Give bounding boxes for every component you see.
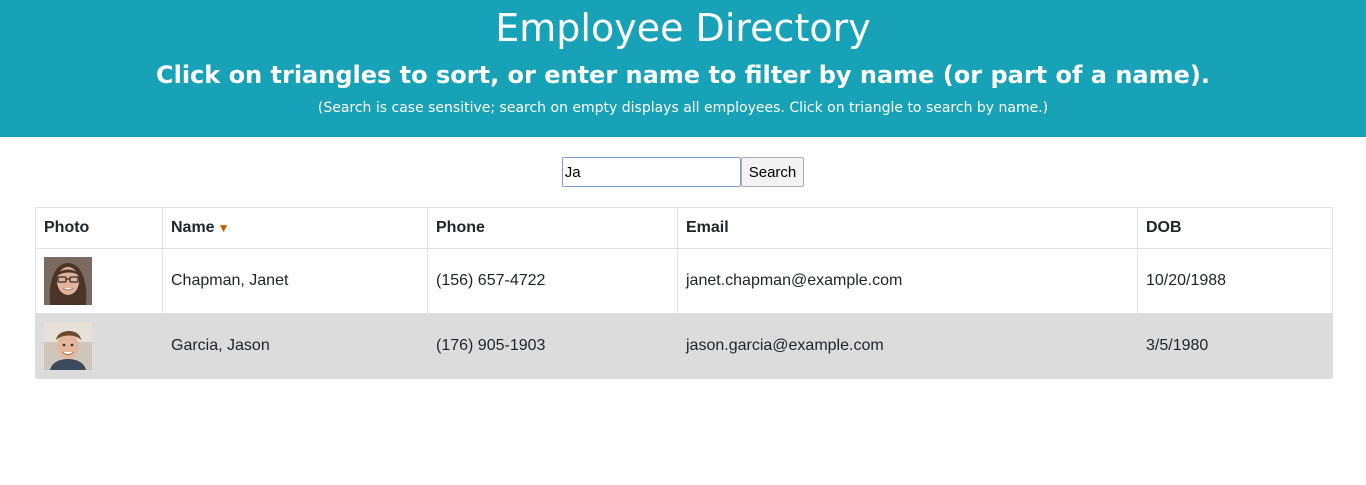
employee-phone: (176) 905-1903 bbox=[427, 313, 678, 379]
employee-dob: 10/20/1988 bbox=[1137, 248, 1333, 314]
search-bar: Search bbox=[0, 137, 1366, 207]
employee-name: Chapman, Janet bbox=[162, 248, 428, 314]
employee-photo bbox=[44, 322, 92, 370]
table-row: Chapman, Janet (156) 657-4722 janet.chap… bbox=[35, 248, 1333, 314]
photo-cell bbox=[35, 248, 163, 314]
triangle-down-icon[interactable]: ▼ bbox=[218, 221, 230, 235]
employee-email: janet.chapman@example.com bbox=[677, 248, 1138, 314]
employee-photo bbox=[44, 257, 92, 305]
column-header-name-label: Name bbox=[171, 219, 215, 236]
table-row: Garcia, Jason (176) 905-1903 jason.garci… bbox=[35, 313, 1333, 379]
column-header-phone: Phone bbox=[427, 207, 678, 249]
search-button[interactable]: Search bbox=[740, 157, 805, 187]
column-header-name[interactable]: Name ▼ bbox=[162, 207, 428, 249]
photo-cell bbox=[35, 313, 163, 379]
employee-dob: 3/5/1980 bbox=[1137, 313, 1333, 379]
employee-table: Photo Name ▼ Phone Email DOB Chapman, Ja… bbox=[35, 207, 1333, 379]
page-title: Employee Directory bbox=[495, 6, 871, 50]
employee-name: Garcia, Jason bbox=[162, 313, 428, 379]
search-input[interactable] bbox=[561, 157, 741, 187]
column-header-photo: Photo bbox=[35, 207, 163, 249]
column-header-email: Email bbox=[677, 207, 1138, 249]
table-header-row: Photo Name ▼ Phone Email DOB bbox=[35, 207, 1333, 249]
employee-email: jason.garcia@example.com bbox=[677, 313, 1138, 379]
page-header: Employee Directory Click on triangles to… bbox=[0, 0, 1366, 137]
employee-phone: (156) 657-4722 bbox=[427, 248, 678, 314]
column-header-dob: DOB bbox=[1137, 207, 1333, 249]
search-note: (Search is case sensitive; search on emp… bbox=[317, 100, 1049, 116]
page-subtitle: Click on triangles to sort, or enter nam… bbox=[155, 61, 1210, 89]
